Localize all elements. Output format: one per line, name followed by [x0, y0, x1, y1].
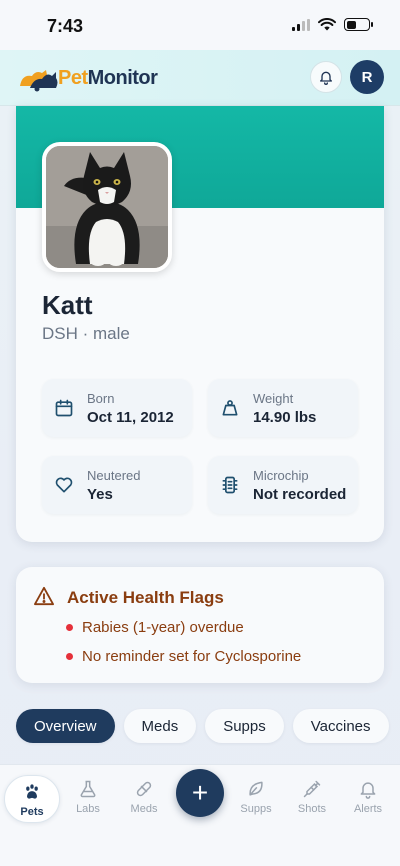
health-flag-item: No reminder set for Cyclosporine	[66, 648, 301, 665]
health-flag-text: No reminder set for Cyclosporine	[82, 648, 302, 665]
health-flag-text: Rabies (1-year) overdue	[82, 619, 244, 636]
paw-icon	[26, 784, 38, 799]
tab-meds[interactable]: Meds	[123, 709, 197, 743]
microchip-tile: Microchip Not recorded	[208, 456, 358, 514]
pet-profile-card: Katt DSH · male Born Oct 11, 2012 Weight…	[16, 106, 384, 542]
bottom-navigation: Pets Labs Meds + Supps Shots Alerts	[0, 764, 400, 866]
notifications-button[interactable]	[310, 61, 342, 93]
born-tile: Born Oct 11, 2012	[42, 379, 192, 437]
health-flag-item: Rabies (1-year) overdue	[66, 619, 244, 636]
status-icons	[292, 18, 373, 31]
nav-meds[interactable]: Meds	[116, 779, 172, 815]
bell-icon	[320, 71, 332, 85]
bell-icon	[360, 782, 376, 799]
health-flags-title: Active Health Flags	[67, 588, 224, 607]
heart-icon	[55, 477, 73, 493]
warning-icon	[34, 586, 54, 606]
pill-icon	[136, 781, 152, 797]
nav-labs-label: Labs	[76, 803, 100, 815]
cellular-signal-icon	[292, 18, 310, 31]
health-flags-card: Active Health Flags Rabies (1-year) over…	[16, 567, 384, 683]
weight-icon	[222, 400, 238, 416]
pet-name: Katt	[42, 290, 93, 320]
neutered-value: Yes	[87, 486, 113, 503]
calendar-icon	[55, 399, 73, 417]
born-label: Born	[87, 391, 115, 406]
weight-label: Weight	[253, 391, 294, 406]
nav-alerts[interactable]: Alerts	[340, 779, 396, 815]
syringe-icon	[303, 780, 321, 798]
nav-shots-label: Shots	[297, 803, 327, 815]
tab-overview[interactable]: Overview	[16, 709, 115, 743]
add-button[interactable]: +	[176, 769, 224, 817]
logo-text: PetMonitor	[58, 66, 158, 90]
microchip-icon	[222, 476, 238, 494]
microchip-value: Not recorded	[253, 486, 347, 503]
flask-icon	[80, 780, 96, 798]
logo-text-monitor: Monitor	[87, 66, 158, 89]
cat-photo-image	[46, 146, 168, 268]
weight-tile: Weight 14.90 lbs	[208, 379, 358, 437]
pet-photo[interactable]	[42, 142, 172, 272]
born-value: Oct 11, 2012	[87, 409, 174, 426]
nav-labs[interactable]: Labs	[60, 779, 116, 815]
logo-text-pet: Pet	[58, 66, 88, 89]
wifi-icon	[318, 18, 336, 31]
leaf-icon	[249, 781, 263, 796]
section-tabs: Overview Meds Supps Vaccines	[16, 709, 389, 743]
flag-dot-icon	[66, 624, 73, 631]
neutered-tile: Neutered Yes	[42, 456, 192, 514]
status-bar: 7:43	[0, 0, 400, 50]
neutered-label: Neutered	[87, 468, 141, 483]
app-header: PetMonitor R	[0, 50, 400, 106]
nav-alerts-label: Alerts	[353, 803, 383, 815]
status-time: 7:43	[47, 16, 84, 36]
app-logo[interactable]: PetMonitor	[16, 62, 158, 94]
flag-dot-icon	[66, 653, 73, 660]
nav-shots[interactable]: Shots	[284, 779, 340, 815]
weight-value: 14.90 lbs	[253, 409, 317, 426]
nav-meds-label: Meds	[130, 803, 158, 815]
nav-supps-label: Supps	[240, 803, 272, 815]
nav-pets-label: Pets	[20, 806, 44, 818]
nav-supps[interactable]: Supps	[228, 779, 284, 815]
pet-logo-icon	[20, 70, 58, 92]
tab-vaccines[interactable]: Vaccines	[292, 709, 389, 743]
user-avatar-button[interactable]: R	[350, 60, 384, 94]
microchip-label: Microchip	[253, 468, 309, 483]
battery-icon	[344, 18, 373, 31]
pet-breed-sex: DSH · male	[42, 324, 130, 343]
tab-supps[interactable]: Supps	[205, 709, 284, 743]
nav-pets[interactable]: Pets	[4, 775, 60, 823]
